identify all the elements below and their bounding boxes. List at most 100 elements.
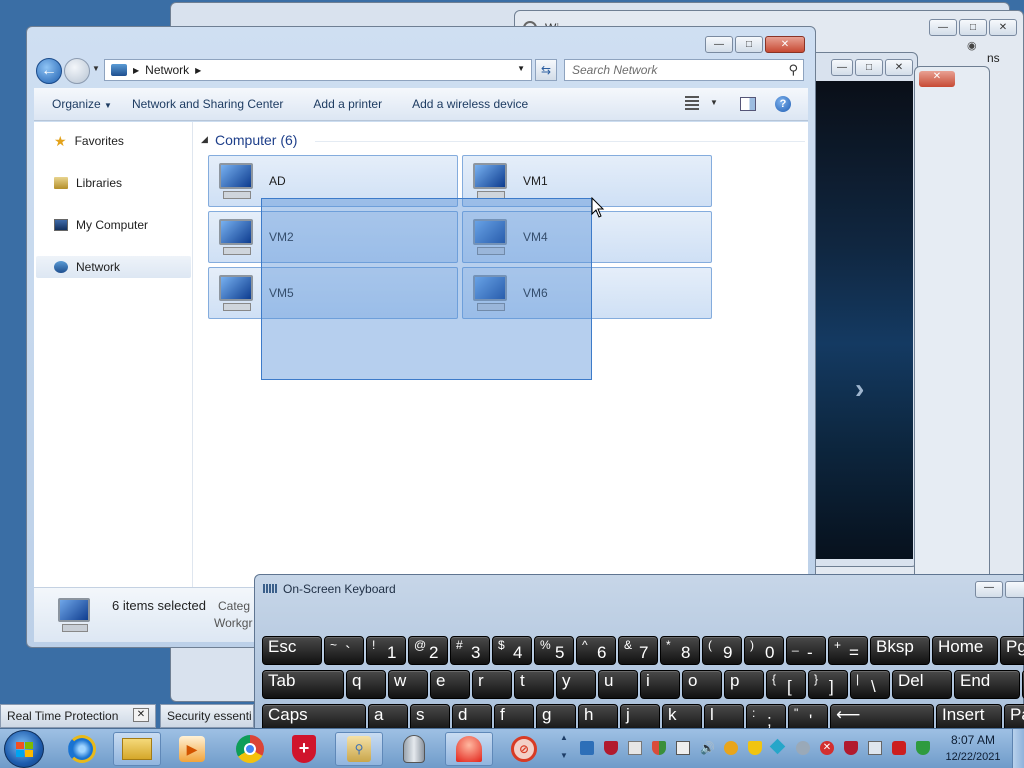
key[interactable]: i xyxy=(640,670,680,699)
nav-item-my-computer[interactable]: My Computer xyxy=(36,214,191,236)
nav-item-libraries[interactable]: Libraries xyxy=(36,172,191,194)
key[interactable]: t xyxy=(514,670,554,699)
blocked-icon[interactable]: ⊘ xyxy=(500,732,548,766)
nav-item-network[interactable]: Network xyxy=(36,256,191,278)
nav-item-favorites[interactable]: ★ Favorites xyxy=(36,130,191,152)
key[interactable]: Del xyxy=(892,670,952,699)
taskbar-window-real-time-protection[interactable]: Real Time Protection ✕ xyxy=(0,704,156,728)
breadcrumb-network[interactable]: Network xyxy=(145,63,189,77)
key[interactable]: Home xyxy=(932,636,998,665)
key[interactable]: + = xyxy=(828,636,868,665)
key[interactable]: Pg xyxy=(1000,636,1024,665)
key[interactable]: Tab xyxy=(262,670,344,699)
collapse-group-icon[interactable]: ◢ xyxy=(201,134,208,145)
refresh-icon[interactable]: ⇆ xyxy=(535,59,557,81)
windows-explorer-icon[interactable] xyxy=(113,732,161,766)
key[interactable]: {[ xyxy=(766,670,806,699)
minimize-button[interactable]: — xyxy=(929,19,957,36)
maximize-button[interactable]: □ xyxy=(855,59,883,76)
tray-monitor-icon[interactable] xyxy=(676,741,690,755)
tray-shield-icon[interactable] xyxy=(604,741,618,755)
chrome-icon[interactable] xyxy=(226,732,274,766)
maximize-button[interactable]: □ xyxy=(959,19,987,36)
key[interactable]: ) 0 xyxy=(744,636,784,665)
key[interactable]: $4 xyxy=(492,636,532,665)
minimize-button[interactable]: — xyxy=(975,581,1003,598)
key[interactable]: End xyxy=(954,670,1020,699)
view-dropdown-icon[interactable]: ▼ xyxy=(710,98,718,107)
key[interactable]: }] xyxy=(808,670,848,699)
start-button[interactable] xyxy=(4,730,44,768)
taskbar-scroll[interactable]: ▲ ▼ xyxy=(558,733,570,765)
clock-date[interactable]: 12/22/2021 xyxy=(940,751,1006,763)
key[interactable]: (9 xyxy=(702,636,742,665)
close-icon[interactable]: ✕ xyxy=(133,708,149,722)
forward-button[interactable] xyxy=(64,58,90,84)
help-icon[interactable]: ? xyxy=(775,96,791,112)
tray-network-icon[interactable] xyxy=(580,741,594,755)
add-printer-button[interactable]: Add a printer xyxy=(293,97,392,111)
key[interactable]: w xyxy=(388,670,428,699)
search-input[interactable]: Search Network ⚲ xyxy=(564,59,804,81)
key[interactable]: Bksp xyxy=(870,636,930,665)
tray-update-icon[interactable] xyxy=(724,741,738,755)
security-essentials-icon[interactable]: ⚲ xyxy=(335,732,383,766)
organize-menu[interactable]: Organize ▼ xyxy=(34,97,122,111)
network-sharing-center-button[interactable]: Network and Sharing Center xyxy=(122,97,293,111)
tray-search-icon[interactable] xyxy=(868,741,882,755)
tray-error-icon[interactable]: ✕ xyxy=(820,741,834,755)
minimize-button[interactable]: — xyxy=(705,36,733,53)
tray-globe-icon[interactable] xyxy=(796,741,810,755)
key[interactable]: q xyxy=(346,670,386,699)
key[interactable]: #3 xyxy=(450,636,490,665)
media-player-icon[interactable]: ▶ xyxy=(168,732,216,766)
taskbar-window-security-essentials[interactable]: Security essenti xyxy=(160,704,254,728)
security-shield-icon[interactable]: + xyxy=(280,732,328,766)
tray-security-icon[interactable] xyxy=(844,741,858,755)
key[interactable]: & 7 xyxy=(618,636,658,665)
add-wireless-device-button[interactable]: Add a wireless device xyxy=(392,97,538,111)
key[interactable]: p xyxy=(724,670,764,699)
preview-pane-icon[interactable] xyxy=(740,97,756,111)
breadcrumb-chevron-icon[interactable]: ▶ xyxy=(195,66,201,75)
knight-helmet-icon[interactable] xyxy=(390,732,438,766)
key[interactable]: ~ ` xyxy=(324,636,364,665)
search-icon[interactable]: ⚲ xyxy=(788,62,798,78)
key[interactable]: Esc xyxy=(262,636,322,665)
clock-time[interactable]: 8:07 AM xyxy=(940,733,1006,747)
key[interactable]: | \ xyxy=(850,670,890,699)
change-view-icon[interactable] xyxy=(685,96,699,110)
tray-volume-icon[interactable]: 🔊 xyxy=(700,741,715,755)
key[interactable]: u xyxy=(598,670,638,699)
key[interactable]: % 5 xyxy=(534,636,574,665)
close-button[interactable]: ✕ xyxy=(989,19,1017,36)
maximize-button[interactable] xyxy=(1005,581,1024,598)
key[interactable]: r xyxy=(472,670,512,699)
recent-pages-dropdown-icon[interactable]: ▼ xyxy=(92,64,100,73)
close-button[interactable]: ✕ xyxy=(919,71,955,87)
tray-flag-icon[interactable] xyxy=(628,741,642,755)
alarm-siren-icon[interactable] xyxy=(445,732,493,766)
back-button[interactable]: ← xyxy=(36,58,62,84)
tray-alert-icon[interactable] xyxy=(892,741,906,755)
tray-diamond-icon[interactable] xyxy=(769,738,786,755)
key[interactable]: * 8 xyxy=(660,636,700,665)
close-button[interactable]: ✕ xyxy=(885,59,913,76)
close-button[interactable]: ✕ xyxy=(765,36,805,53)
minimize-button[interactable]: — xyxy=(831,59,853,76)
tray-warning-shield-icon[interactable] xyxy=(748,741,762,755)
key[interactable]: e xyxy=(430,670,470,699)
key[interactable]: o xyxy=(682,670,722,699)
address-dropdown-icon[interactable]: ▼ xyxy=(517,64,525,73)
help-icon[interactable]: ◉ xyxy=(967,39,977,52)
tray-protected-icon[interactable] xyxy=(916,741,930,755)
tray-defender-icon[interactable] xyxy=(652,741,666,755)
key[interactable]: y xyxy=(556,670,596,699)
key[interactable]: @2 xyxy=(408,636,448,665)
chevron-right-icon[interactable]: › xyxy=(855,373,864,405)
address-bar[interactable]: ▶ Network ▶ ▼ xyxy=(104,59,532,81)
show-desktop-button[interactable] xyxy=(1012,729,1024,768)
breadcrumb-separator-icon[interactable]: ▶ xyxy=(133,66,139,75)
group-header[interactable]: Computer (6) xyxy=(215,132,297,148)
key[interactable]: ^ 6 xyxy=(576,636,616,665)
